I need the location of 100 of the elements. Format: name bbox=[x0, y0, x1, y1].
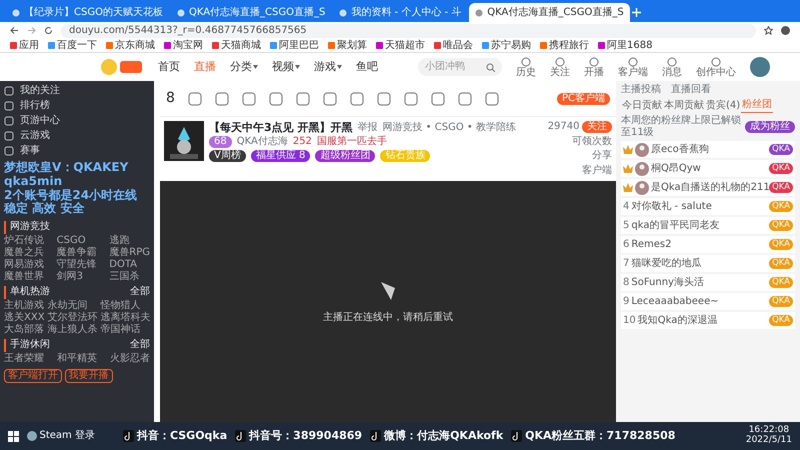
clock[interactable]: 16:22:08 2022/5/11 bbox=[746, 426, 792, 446]
bookmark[interactable]: 苏宁易购 bbox=[482, 40, 531, 52]
nav-link[interactable]: 分类 bbox=[230, 60, 252, 74]
stream-action[interactable]: 可领次数 bbox=[572, 136, 612, 148]
avatar-icon[interactable] bbox=[750, 57, 770, 77]
panel-link[interactable]: 主播投稿 bbox=[621, 84, 661, 96]
tool-icon[interactable] bbox=[296, 92, 310, 106]
header-action[interactable]: 创作中心 bbox=[696, 56, 736, 78]
streamer-badge[interactable]: V周榜 bbox=[209, 150, 246, 162]
forward-icon[interactable] bbox=[27, 26, 36, 35]
category-link[interactable]: 炉石传说 bbox=[4, 235, 44, 248]
category-link[interactable]: 逃关XXX bbox=[4, 312, 45, 324]
sidebar-item[interactable]: 云游戏 bbox=[4, 129, 150, 143]
sidebar-item[interactable]: 页游中心 bbox=[4, 114, 150, 128]
sidebar-button[interactable]: 我要开播 bbox=[64, 368, 112, 383]
category-link[interactable]: 怪物猎人 bbox=[100, 300, 151, 312]
client-button[interactable]: PC客户端 bbox=[556, 92, 610, 104]
bookmark[interactable]: 百度一下 bbox=[48, 40, 97, 52]
address-bar[interactable]: douyu.com/5544313?_r=0.4687745766857565 bbox=[61, 24, 756, 38]
category-link[interactable]: 永劫无间 bbox=[48, 300, 98, 312]
category-link[interactable]: 魔兽争霸 bbox=[56, 247, 97, 260]
windows-icon[interactable] bbox=[8, 430, 19, 442]
taskbar-app[interactable]: Steam 登录 bbox=[27, 430, 95, 442]
nav-link[interactable]: 首页 bbox=[158, 60, 180, 74]
category-link[interactable]: CSGO bbox=[56, 235, 97, 248]
category-link[interactable]: 艾尔登法环 bbox=[48, 312, 98, 324]
sidebar-button[interactable]: 客户端打开 bbox=[4, 368, 62, 383]
bookmark[interactable]: 聚划算 bbox=[328, 40, 367, 52]
header-action[interactable]: 消息 bbox=[662, 56, 682, 78]
tool-icon[interactable] bbox=[458, 92, 472, 106]
streamer-badge[interactable]: 福星供应 8 bbox=[250, 150, 310, 162]
tool-icon[interactable] bbox=[484, 92, 499, 106]
category-link[interactable]: 三国杀 bbox=[109, 271, 150, 284]
header-action[interactable]: 关注 bbox=[550, 56, 570, 78]
nav-link[interactable]: 直播 bbox=[194, 60, 216, 74]
tool-icon[interactable] bbox=[376, 92, 391, 106]
bookmark[interactable]: 应用 bbox=[10, 40, 39, 52]
tool-icon[interactable] bbox=[188, 92, 202, 106]
report-link[interactable]: 举报 bbox=[357, 122, 378, 134]
category-link[interactable]: 剑网3 bbox=[56, 271, 97, 284]
more-link[interactable]: 全部 bbox=[130, 286, 150, 300]
category-link[interactable]: 魔兽RPG bbox=[109, 247, 150, 260]
follow-button[interactable]: 关注 bbox=[582, 121, 612, 133]
tool-icon[interactable] bbox=[404, 92, 418, 106]
new-tab-icon[interactable] bbox=[632, 8, 641, 17]
panel-link[interactable]: 直播回看 bbox=[671, 84, 711, 96]
bookmark[interactable]: 唯品会 bbox=[434, 40, 473, 52]
tool-icon[interactable] bbox=[322, 92, 337, 106]
browser-tab[interactable]: QKA付志海直播_CSGO直播_S bbox=[170, 3, 332, 22]
logo-icon[interactable] bbox=[100, 58, 144, 76]
category-link[interactable]: 主机游戏 bbox=[4, 300, 45, 312]
ranking-tab[interactable]: 今日贡献 bbox=[621, 98, 663, 113]
nav-link[interactable]: 游戏 bbox=[314, 60, 336, 74]
tool-icon[interactable] bbox=[214, 92, 229, 106]
ranking-tab[interactable]: 本周贡献 bbox=[663, 98, 705, 113]
profile-icon[interactable] bbox=[781, 26, 790, 35]
join-button[interactable]: 成为粉丝 bbox=[745, 121, 795, 133]
tool-icon[interactable] bbox=[268, 92, 283, 106]
nav-link[interactable]: 视频 bbox=[272, 60, 294, 74]
category-link[interactable]: 海上狼人杀 bbox=[48, 324, 98, 336]
stream-action[interactable]: 分享 bbox=[592, 150, 612, 162]
tool-icon[interactable] bbox=[430, 92, 445, 106]
category-link[interactable]: 火影忍者 bbox=[110, 353, 150, 366]
category-link[interactable]: 帝国神话 bbox=[100, 324, 151, 336]
reload-icon[interactable] bbox=[44, 26, 53, 35]
category-link[interactable]: 魔兽世界 bbox=[4, 271, 44, 284]
category-link[interactable]: DOTA bbox=[109, 259, 150, 272]
back-icon[interactable] bbox=[10, 26, 19, 35]
more-link[interactable]: 全部 bbox=[130, 339, 150, 352]
category-link[interactable]: 魔兽之兵 bbox=[4, 247, 44, 260]
header-action[interactable]: 客户端 bbox=[618, 56, 648, 78]
header-action[interactable]: 历史 bbox=[516, 56, 536, 78]
bookmark[interactable]: 阿里1688 bbox=[598, 40, 652, 52]
bookmark[interactable]: 天猫商城 bbox=[212, 40, 261, 52]
streamer-badge[interactable]: 超级粉丝团 bbox=[315, 150, 376, 162]
sidebar-item[interactable]: 我的关注 bbox=[4, 84, 150, 98]
sidebar-item[interactable]: 排行榜 bbox=[4, 99, 150, 113]
category-link[interactable]: 大岛部落 bbox=[4, 324, 45, 336]
browser-tab[interactable]: 【纪录片】CSGO的天赋天花板 bbox=[6, 3, 169, 22]
sidebar-item[interactable]: 赛事 bbox=[4, 144, 150, 158]
browser-tab[interactable]: 我的资料 - 个人中心 - 斗 bbox=[333, 3, 468, 22]
bookmark[interactable]: 京东商城 bbox=[106, 40, 155, 52]
star-icon[interactable] bbox=[764, 26, 773, 35]
category-link[interactable]: 网易游戏 bbox=[4, 259, 44, 272]
category-link[interactable]: 守望先锋 bbox=[56, 259, 97, 272]
ranking-tab[interactable]: 贵宾(4) bbox=[705, 98, 742, 113]
tool-icon[interactable] bbox=[350, 92, 364, 106]
category-link[interactable]: 逃跑 bbox=[109, 235, 150, 248]
tool-icon[interactable] bbox=[242, 92, 256, 106]
bookmark[interactable]: 阿里巴巴 bbox=[270, 40, 319, 52]
stream-action[interactable]: 客户端 bbox=[582, 164, 612, 176]
category-link[interactable]: 逃离塔科夫 bbox=[100, 312, 151, 324]
header-action[interactable]: 开播 bbox=[584, 56, 604, 78]
bookmark[interactable]: 淘宝网 bbox=[164, 40, 203, 52]
nav-link[interactable]: 鱼吧 bbox=[356, 60, 378, 74]
bookmark[interactable]: 天猫超市 bbox=[376, 40, 425, 52]
bookmark[interactable]: 携程旅行 bbox=[540, 40, 589, 52]
category-link[interactable]: 和平精英 bbox=[57, 353, 97, 366]
category-link[interactable]: 王者荣耀 bbox=[4, 353, 44, 366]
browser-tab[interactable]: QKA付志海直播_CSGO直播_S bbox=[469, 3, 630, 22]
